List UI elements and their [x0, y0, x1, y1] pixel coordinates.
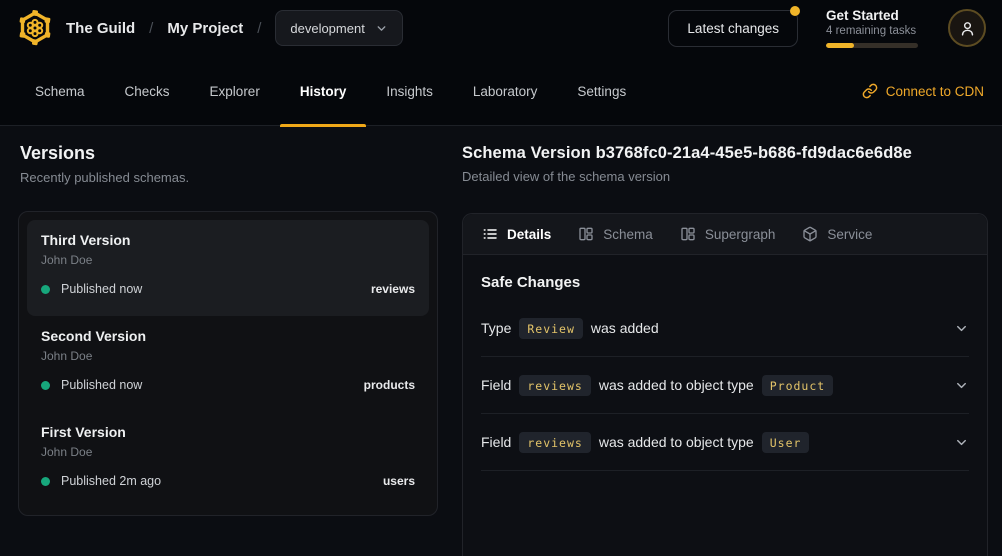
tab-settings[interactable]: Settings: [557, 56, 646, 126]
change-prefix: Type: [481, 320, 511, 336]
app-window: The Guild / My Project / development Lat…: [0, 0, 1002, 556]
version-title: First Version: [41, 424, 415, 440]
environment-selector[interactable]: development: [275, 10, 402, 46]
safe-changes-title: Safe Changes: [481, 274, 969, 291]
tab-details[interactable]: Details: [482, 226, 551, 242]
user-avatar[interactable]: [948, 9, 986, 47]
panels-icon: [680, 226, 696, 242]
published-status-dot: [41, 285, 50, 294]
version-title: Second Version: [41, 328, 415, 344]
change-prefix: Field: [481, 434, 511, 450]
published-status-dot: [41, 381, 50, 390]
target-nav-tabs: Schema Checks Explorer History Insights …: [15, 56, 646, 126]
schema-version-subtitle: Detailed view of the schema version: [462, 169, 988, 184]
tab-supergraph-label: Supergraph: [705, 227, 776, 242]
change-row[interactable]: Field reviews was added to object type P…: [481, 357, 969, 414]
change-prefix: Field: [481, 377, 511, 393]
version-item[interactable]: Second Version John Doe Published now pr…: [27, 316, 429, 412]
version-author: John Doe: [41, 445, 415, 459]
change-badge: Review: [519, 318, 583, 339]
get-started-title: Get Started: [826, 8, 920, 25]
version-status: Published 2m ago: [61, 474, 161, 488]
schema-version-title: Schema Version b3768fc0-21a4-45e5-b686-f…: [462, 144, 988, 163]
chevron-down-icon[interactable]: [954, 378, 969, 393]
version-author: John Doe: [41, 253, 415, 267]
breadcrumb-separator: /: [149, 20, 153, 37]
tab-details-label: Details: [507, 227, 551, 242]
change-middle: was added to object type: [599, 377, 754, 393]
tab-schema-view-label: Schema: [603, 227, 653, 242]
change-badge: reviews: [519, 375, 590, 396]
tab-schema[interactable]: Schema: [15, 56, 105, 126]
schema-version-card: Details Schema: [462, 213, 988, 556]
content: Versions Recently published schemas. Thi…: [0, 126, 1002, 556]
header-right: Latest changes Get Started 4 remaining t…: [668, 8, 986, 49]
change-suffix-badge: User: [762, 432, 810, 453]
get-started-subtitle: 4 remaining tasks: [826, 25, 920, 37]
chevron-down-icon: [375, 22, 388, 35]
link-icon: [862, 83, 878, 99]
versions-panel: Versions Recently published schemas. Thi…: [20, 126, 440, 185]
version-item[interactable]: Third Version John Doe Published now rev…: [27, 220, 429, 316]
connect-to-cdn-link[interactable]: Connect to CDN: [862, 56, 984, 126]
detail-tabs: Details Schema: [463, 214, 987, 255]
latest-changes-button[interactable]: Latest changes: [668, 10, 798, 47]
versions-subtitle: Recently published schemas.: [20, 170, 440, 185]
version-item[interactable]: First Version John Doe Published 2m ago …: [27, 412, 429, 508]
version-author: John Doe: [41, 349, 415, 363]
chevron-down-icon[interactable]: [954, 435, 969, 450]
published-status-dot: [41, 477, 50, 486]
version-service: reviews: [371, 282, 415, 296]
breadcrumb-separator: /: [257, 20, 261, 37]
detail-body: Safe Changes Type Review was added Field…: [463, 274, 987, 471]
tab-insights[interactable]: Insights: [366, 56, 453, 126]
version-service: users: [383, 474, 415, 488]
change-middle: was added: [591, 320, 659, 336]
change-row[interactable]: Field reviews was added to object type U…: [481, 414, 969, 471]
get-started-progress-fill: [826, 43, 854, 48]
box-icon: [802, 226, 818, 242]
breadcrumb-org[interactable]: The Guild: [66, 20, 135, 37]
tab-laboratory[interactable]: Laboratory: [453, 56, 558, 126]
change-row[interactable]: Type Review was added: [481, 300, 969, 357]
version-meta: Published now reviews: [41, 282, 415, 296]
version-meta: Published 2m ago users: [41, 474, 415, 488]
tab-checks[interactable]: Checks: [105, 56, 190, 126]
notification-dot: [790, 6, 800, 16]
change-badge: reviews: [519, 432, 590, 453]
breadcrumb: The Guild / My Project / development: [66, 10, 403, 46]
connect-to-cdn-label: Connect to CDN: [886, 84, 984, 99]
hive-logo-icon[interactable]: [16, 9, 53, 47]
panels-icon: [578, 226, 594, 242]
list-icon: [482, 226, 498, 242]
schema-version-panel: Schema Version b3768fc0-21a4-45e5-b686-f…: [462, 126, 988, 184]
version-meta: Published now products: [41, 378, 415, 392]
top-bars: The Guild / My Project / development Lat…: [0, 0, 1002, 126]
chevron-down-icon[interactable]: [954, 321, 969, 336]
versions-list: Third Version John Doe Published now rev…: [18, 211, 438, 516]
version-status: Published now: [61, 378, 142, 392]
tab-service[interactable]: Service: [802, 226, 872, 242]
tab-schema-view[interactable]: Schema: [578, 226, 653, 242]
get-started-widget[interactable]: Get Started 4 remaining tasks: [826, 8, 920, 49]
tab-supergraph[interactable]: Supergraph: [680, 226, 776, 242]
breadcrumb-project[interactable]: My Project: [167, 20, 243, 37]
environment-selector-value: development: [290, 21, 364, 36]
header: The Guild / My Project / development Lat…: [0, 0, 1002, 56]
version-service: products: [364, 378, 415, 392]
tab-explorer[interactable]: Explorer: [190, 56, 280, 126]
version-status: Published now: [61, 282, 142, 296]
tab-history[interactable]: History: [280, 56, 367, 126]
latest-changes-label: Latest changes: [687, 21, 779, 36]
tab-service-label: Service: [827, 227, 872, 242]
change-middle: was added to object type: [599, 434, 754, 450]
version-title: Third Version: [41, 232, 415, 248]
change-suffix-badge: Product: [762, 375, 833, 396]
user-icon: [959, 20, 976, 37]
versions-title: Versions: [20, 143, 440, 164]
get-started-progressbar: [826, 43, 918, 48]
